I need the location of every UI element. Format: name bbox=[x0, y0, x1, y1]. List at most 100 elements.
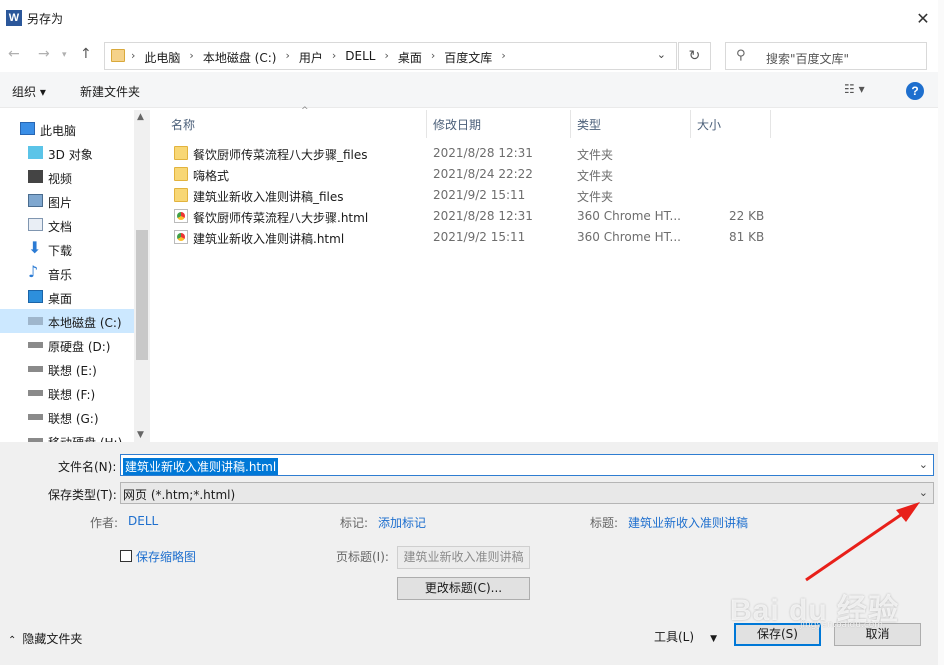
title-value[interactable]: 建筑业新收入准则讲稿 bbox=[628, 514, 748, 531]
file-name: 建筑业新收入准则讲稿.html bbox=[193, 232, 345, 246]
breadcrumb-item[interactable]: DELL bbox=[345, 49, 375, 66]
breadcrumb-separator-icon[interactable]: › bbox=[189, 49, 193, 66]
background-window-edge bbox=[938, 0, 944, 665]
forward-arrow-icon[interactable]: → bbox=[38, 46, 50, 62]
view-options-icon[interactable]: ☷ ▾ bbox=[844, 82, 865, 96]
sidebar-item-music[interactable]: ♪ 音乐 bbox=[0, 261, 134, 285]
sidebar-item-documents[interactable]: 文档 bbox=[0, 213, 134, 237]
drive-icon bbox=[28, 414, 43, 420]
hide-folders-toggle[interactable]: ⌃ 隐藏文件夹 bbox=[8, 630, 82, 647]
drive-icon bbox=[28, 317, 43, 325]
sidebar-item-drive-d[interactable]: 原硬盘 (D:) bbox=[0, 333, 134, 357]
sidebar-item-label: 联想 (G:) bbox=[48, 412, 99, 426]
column-header-name[interactable]: 名称 ^ bbox=[165, 106, 427, 138]
new-folder-button[interactable]: 新建文件夹 bbox=[80, 83, 140, 100]
breadcrumb-separator-icon[interactable]: › bbox=[332, 49, 336, 66]
chevron-down-icon[interactable]: ⌄ bbox=[919, 458, 928, 471]
baidu-watermark-url: jingyan.baidu.com bbox=[800, 620, 884, 630]
video-icon bbox=[28, 170, 43, 183]
file-row[interactable]: 餐饮厨师传菜流程八大步骤_files 2021/8/28 12:31 文件夹 bbox=[155, 143, 944, 164]
chevron-down-icon[interactable]: ⌄ bbox=[919, 486, 928, 499]
navigation-row: ← → ▾ ↑ › 此电脑 › 本地磁盘 (C:) › 用户 › DELL › … bbox=[0, 38, 944, 72]
sidebar-item-label: 原硬盘 (D:) bbox=[48, 340, 111, 354]
sidebar-item-pictures[interactable]: 图片 bbox=[0, 189, 134, 213]
scroll-up-icon[interactable]: ▲ bbox=[137, 112, 144, 122]
document-icon bbox=[28, 218, 43, 231]
column-header-size[interactable]: 大小 bbox=[691, 110, 771, 138]
sidebar-item-label: 本地磁盘 (C:) bbox=[48, 316, 122, 330]
breadcrumb-separator-icon[interactable]: › bbox=[285, 49, 289, 66]
sidebar-item-label: 视频 bbox=[48, 172, 73, 186]
save-thumbnail-checkbox[interactable] bbox=[120, 550, 132, 562]
organize-menu[interactable]: 组织 ▾ bbox=[12, 83, 46, 100]
tools-menu[interactable]: 工具(L) ▼ bbox=[654, 628, 717, 645]
scrollbar-thumb[interactable] bbox=[136, 230, 148, 360]
breadcrumb-separator-icon[interactable]: › bbox=[431, 49, 435, 66]
file-row[interactable]: 餐饮厨师传菜流程八大步骤.html 2021/8/28 12:31 360 Ch… bbox=[155, 206, 944, 227]
breadcrumb-item[interactable]: 百度文库 bbox=[444, 49, 492, 66]
scroll-down-icon[interactable]: ▼ bbox=[137, 430, 144, 440]
author-value[interactable]: DELL bbox=[128, 514, 158, 528]
breadcrumb-item[interactable]: 此电脑 bbox=[144, 49, 180, 66]
sidebar-item-3d-objects[interactable]: 3D 对象 bbox=[0, 141, 134, 165]
file-row[interactable]: 建筑业新收入准则讲稿_files 2021/9/2 15:11 文件夹 bbox=[155, 185, 944, 206]
breadcrumb: › 此电脑 › 本地磁盘 (C:) › 用户 › DELL › 桌面 › 百度文… bbox=[129, 49, 515, 66]
folder-icon bbox=[174, 167, 188, 181]
file-type: 360 Chrome HT... bbox=[577, 230, 681, 244]
html-file-icon bbox=[174, 209, 188, 223]
address-bar[interactable]: › 此电脑 › 本地磁盘 (C:) › 用户 › DELL › 桌面 › 百度文… bbox=[104, 42, 677, 70]
file-name: 嗨格式 bbox=[193, 169, 230, 183]
sidebar-item-drive-e[interactable]: 联想 (E:) bbox=[0, 357, 134, 381]
recent-locations-chevron-icon[interactable]: ▾ bbox=[62, 50, 67, 60]
file-date: 2021/8/28 12:31 bbox=[433, 146, 533, 160]
drive-icon bbox=[28, 366, 43, 372]
refresh-icon[interactable]: ↻ bbox=[678, 42, 711, 70]
filename-field[interactable]: 建筑业新收入准则讲稿.html ⌄ bbox=[120, 454, 934, 476]
sidebar-item-desktop[interactable]: 桌面 bbox=[0, 285, 134, 309]
column-header-label: 修改日期 bbox=[433, 118, 482, 132]
file-row[interactable]: 嗨格式 2021/8/24 22:22 文件夹 bbox=[155, 164, 944, 185]
column-header-type[interactable]: 类型 bbox=[571, 110, 691, 138]
sidebar-item-videos[interactable]: 视频 bbox=[0, 165, 134, 189]
file-date: 2021/9/2 15:11 bbox=[433, 188, 526, 202]
breadcrumb-separator-icon[interactable]: › bbox=[384, 49, 388, 66]
sidebar-item-label: 图片 bbox=[48, 196, 73, 210]
drive-icon bbox=[28, 342, 43, 348]
breadcrumb-item[interactable]: 本地磁盘 (C:) bbox=[203, 49, 277, 66]
help-icon[interactable]: ? bbox=[906, 82, 924, 100]
save-thumbnail-label[interactable]: 保存缩略图 bbox=[136, 548, 196, 565]
file-row[interactable]: 建筑业新收入准则讲稿.html 2021/9/2 15:11 360 Chrom… bbox=[155, 227, 944, 248]
save-options-panel: 文件名(N): 建筑业新收入准则讲稿.html ⌄ 保存类型(T): 网页 (*… bbox=[0, 442, 944, 665]
breadcrumb-item[interactable]: 用户 bbox=[299, 49, 323, 66]
back-arrow-icon[interactable]: ← bbox=[8, 46, 20, 62]
file-name: 餐饮厨师传菜流程八大步骤_files bbox=[193, 148, 368, 162]
up-arrow-icon[interactable]: ↑ bbox=[80, 46, 92, 62]
breadcrumb-item[interactable]: 桌面 bbox=[398, 49, 422, 66]
hide-folders-label: 隐藏文件夹 bbox=[22, 632, 83, 646]
filetype-select[interactable]: 网页 (*.htm;*.html) ⌄ bbox=[120, 482, 934, 504]
close-icon[interactable]: ✕ bbox=[910, 6, 936, 32]
tools-label: 工具(L) bbox=[654, 630, 695, 644]
change-title-button[interactable]: 更改标题(C)... bbox=[397, 577, 530, 600]
file-type: 文件夹 bbox=[577, 148, 614, 162]
sidebar-item-drive-g[interactable]: 联想 (G:) bbox=[0, 405, 134, 429]
search-placeholder: 搜索"百度文库" bbox=[766, 52, 850, 66]
add-tags-link[interactable]: 添加标记 bbox=[378, 514, 426, 531]
breadcrumb-separator-icon[interactable]: › bbox=[501, 49, 505, 66]
sidebar-item-drive-c[interactable]: 本地磁盘 (C:) bbox=[0, 309, 134, 333]
folder-icon bbox=[111, 49, 125, 62]
search-input[interactable]: ⚲ 搜索"百度文库" bbox=[725, 42, 927, 70]
sidebar-item-drive-h[interactable]: 移动硬盘 (H:) bbox=[0, 429, 134, 442]
file-type: 360 Chrome HT... bbox=[577, 209, 681, 223]
sidebar-item-downloads[interactable]: ⬇ 下载 bbox=[0, 237, 134, 261]
sidebar-item-drive-f[interactable]: 联想 (F:) bbox=[0, 381, 134, 405]
column-header-date[interactable]: 修改日期 bbox=[427, 110, 571, 138]
folder-icon bbox=[174, 188, 188, 202]
filetype-value: 网页 (*.htm;*.html) bbox=[123, 488, 236, 502]
page-title-field: 建筑业新收入准则讲稿 bbox=[397, 546, 530, 569]
chevron-down-icon: ▼ bbox=[710, 634, 717, 644]
sidebar-scrollbar[interactable]: ▲ ▼ bbox=[134, 110, 150, 442]
file-size: 81 KB bbox=[729, 230, 765, 244]
chevron-down-icon[interactable]: ⌄ bbox=[657, 48, 666, 61]
sidebar-item-this-pc[interactable]: 此电脑 bbox=[0, 117, 134, 141]
